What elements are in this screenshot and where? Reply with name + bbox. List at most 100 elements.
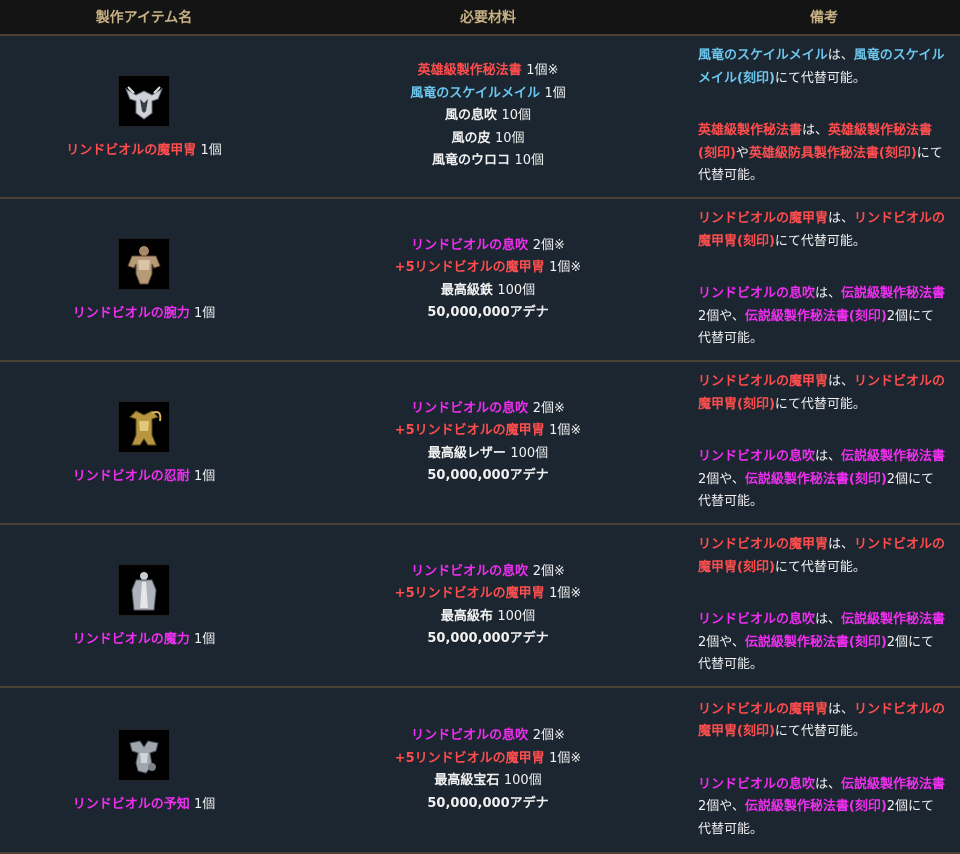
crafting-table: 製作アイテム名 必要材料 備考 リンドビオルの魔甲冑 1個 英雄級製作秘法書 1… xyxy=(0,0,960,854)
material-name: +5リンドビオルの魔甲冑 xyxy=(394,423,545,438)
material-name: リンドビオルの息吹 xyxy=(411,728,529,743)
item-qty: 1個 xyxy=(193,632,216,647)
header-materials: 必要材料 xyxy=(288,0,688,36)
note-term: 英雄級製作秘法書 xyxy=(698,123,803,139)
material-line: 50,000,000アデナ xyxy=(288,302,688,325)
note-paragraph: リンドビオルの息吹は、伝説級製作秘法書2個や、伝説級製作秘法書(刻印)2個にて代… xyxy=(698,609,946,677)
note-term: 伝説級製作秘法書 xyxy=(841,776,946,792)
material-line: +5リンドビオルの魔甲冑 1個※ xyxy=(288,257,688,280)
material-name: +5リンドビオルの魔甲冑 xyxy=(394,750,545,766)
material-qty: 1個※ xyxy=(526,63,559,79)
note-paragraph: 風竜のスケイルメイルは、風竜のスケイルメイル(刻印)にて代替可能。 xyxy=(698,45,946,90)
header-notes: 備考 xyxy=(688,0,960,36)
material-qty: 100個 xyxy=(503,773,542,788)
note-text: は、 xyxy=(815,449,842,465)
material-qty: 10個 xyxy=(495,130,525,146)
note-text: は、 xyxy=(815,612,842,628)
materials-cell: リンドビオルの息吹 2個※ +5リンドビオルの魔甲冑 1個※ 最高級鉄 100個… xyxy=(288,198,688,362)
note-text: は、 xyxy=(802,123,829,139)
material-qty: 2個※ xyxy=(532,728,565,743)
item-cell: リンドビオルの忍耐 1個 xyxy=(0,361,288,525)
item-name-line: リンドビオルの魔甲冑 1個 xyxy=(0,139,288,158)
material-qty: 2個※ xyxy=(532,400,565,416)
item-name-line: リンドビオルの忍耐 1個 xyxy=(0,465,288,484)
note-paragraph: リンドビオルの魔甲冑は、リンドビオルの魔甲冑(刻印)にて代替可能。 xyxy=(698,699,946,744)
note-term: 伝説級製作秘法書(刻印) xyxy=(744,799,887,815)
note-term: リンドビオルの息吹 xyxy=(698,286,816,302)
table-row: リンドビオルの忍耐 1個 リンドビオルの息吹 2個※ +5リンドビオルの魔甲冑 … xyxy=(0,361,960,525)
material-line: 最高級レザー 100個 xyxy=(288,443,688,466)
header-item-name: 製作アイテム名 xyxy=(0,0,288,36)
note-term: 英雄級防具製作秘法書(刻印) xyxy=(748,145,917,161)
item-qty: 1個 xyxy=(193,469,216,484)
material-line: 英雄級製作秘法書 1個※ xyxy=(288,60,688,83)
material-name: 50,000,000アデナ xyxy=(427,631,549,646)
material-qty: 2個※ xyxy=(532,563,565,579)
material-qty: 1個 xyxy=(544,85,566,101)
note-text: にて代替可能。 xyxy=(774,724,866,740)
material-name: 最高級鉄 xyxy=(440,282,493,298)
note-term: 伝説級製作秘法書(刻印) xyxy=(744,471,887,487)
material-line: 50,000,000アデナ xyxy=(288,465,688,488)
notes-cell: リンドビオルの魔甲冑は、リンドビオルの魔甲冑(刻印)にて代替可能。 リンドビオル… xyxy=(688,687,960,854)
note-term: 風竜のスケイルメイル xyxy=(698,48,828,64)
materials-cell: リンドビオルの息吹 2個※ +5リンドビオルの魔甲冑 1個※ 最高級宝石 100… xyxy=(288,687,688,854)
note-text: 2個や、 xyxy=(698,634,745,650)
item-cell: リンドビオルの魔力 1個 xyxy=(0,524,288,688)
material-name: リンドビオルの息吹 xyxy=(411,400,529,416)
note-text: にて代替可能。 xyxy=(774,233,866,249)
item-cell: リンドビオルの腕力 1個 xyxy=(0,198,288,362)
note-paragraph: リンドビオルの息吹は、伝説級製作秘法書2個や、伝説級製作秘法書(刻印)2個にて代… xyxy=(698,446,946,514)
material-name: 風竜のスケイルメイル xyxy=(410,85,540,101)
note-paragraph: 英雄級製作秘法書は、英雄級製作秘法書(刻印)や英雄級防具製作秘法書(刻印)にて代… xyxy=(698,120,946,188)
note-text: にて代替可能。 xyxy=(774,396,866,412)
material-name: 英雄級製作秘法書 xyxy=(417,63,522,79)
material-name: 最高級レザー xyxy=(427,445,506,461)
material-qty: 1個※ xyxy=(549,423,582,438)
item-name: リンドビオルの予知 xyxy=(72,796,190,812)
item-cell: リンドビオルの予知 1個 xyxy=(0,687,288,854)
silver-armor-icon xyxy=(118,728,170,781)
header-row: 製作アイテム名 必要材料 備考 xyxy=(0,0,960,36)
note-text: は、 xyxy=(828,211,855,227)
material-name: 風竜のウロコ xyxy=(431,153,510,169)
bronze-armor-icon xyxy=(118,238,170,290)
material-name: 風の皮 xyxy=(451,130,491,146)
material-line: リンドビオルの息吹 2個※ xyxy=(288,725,688,748)
material-line: 50,000,000アデナ xyxy=(288,628,688,651)
material-qty: 100個 xyxy=(510,445,549,461)
material-name: 風の息吹 xyxy=(444,108,497,124)
material-qty: 10個 xyxy=(514,153,545,169)
material-line: 風竜のウロコ 10個 xyxy=(288,150,688,173)
table-row: リンドビオルの魔甲冑 1個 英雄級製作秘法書 1個※ 風竜のスケイルメイル 1個… xyxy=(0,35,960,199)
material-qty: 100個 xyxy=(497,282,536,298)
note-text: は、 xyxy=(828,701,855,717)
note-term: 伝説級製作秘法書 xyxy=(841,612,946,628)
note-text: 2個や、 xyxy=(698,471,745,487)
item-name: リンドビオルの魔甲冑 xyxy=(66,143,197,158)
material-qty: 100個 xyxy=(497,608,536,624)
golden-armor-icon xyxy=(118,401,170,453)
materials-cell: リンドビオルの息吹 2個※ +5リンドビオルの魔甲冑 1個※ 最高級レザー 10… xyxy=(288,361,688,525)
note-term: リンドビオルの魔甲冑 xyxy=(698,537,829,553)
material-line: リンドビオルの息吹 2個※ xyxy=(288,561,688,584)
note-paragraph: リンドビオルの魔甲冑は、リンドビオルの魔甲冑(刻印)にて代替可能。 xyxy=(698,208,946,253)
note-paragraph: リンドビオルの魔甲冑は、リンドビオルの魔甲冑(刻印)にて代替可能。 xyxy=(698,371,946,416)
material-name: +5リンドビオルの魔甲冑 xyxy=(394,260,545,275)
material-name: 50,000,000アデナ xyxy=(427,305,549,320)
material-line: リンドビオルの息吹 2個※ xyxy=(288,398,688,421)
item-qty: 1個 xyxy=(193,306,216,321)
materials-cell: 英雄級製作秘法書 1個※ 風竜のスケイルメイル 1個 風の息吹 10個 風の皮 … xyxy=(288,35,688,199)
material-name: 最高級宝石 xyxy=(434,773,500,788)
material-line: 最高級宝石 100個 xyxy=(288,770,688,793)
note-text: にて代替可能。 xyxy=(774,70,866,86)
note-term: 伝説級製作秘法書 xyxy=(841,286,946,302)
material-line: +5リンドビオルの魔甲冑 1個※ xyxy=(288,583,688,606)
material-name: 50,000,000アデナ xyxy=(427,468,549,483)
material-qty: 2個※ xyxy=(532,237,565,253)
materials-cell: リンドビオルの息吹 2個※ +5リンドビオルの魔甲冑 1個※ 最高級布 100個… xyxy=(288,524,688,688)
item-name: リンドビオルの腕力 xyxy=(72,306,190,321)
item-name: リンドビオルの魔力 xyxy=(72,632,190,647)
item-name: リンドビオルの忍耐 xyxy=(72,469,190,484)
material-name: 50,000,000アデナ xyxy=(427,795,549,811)
